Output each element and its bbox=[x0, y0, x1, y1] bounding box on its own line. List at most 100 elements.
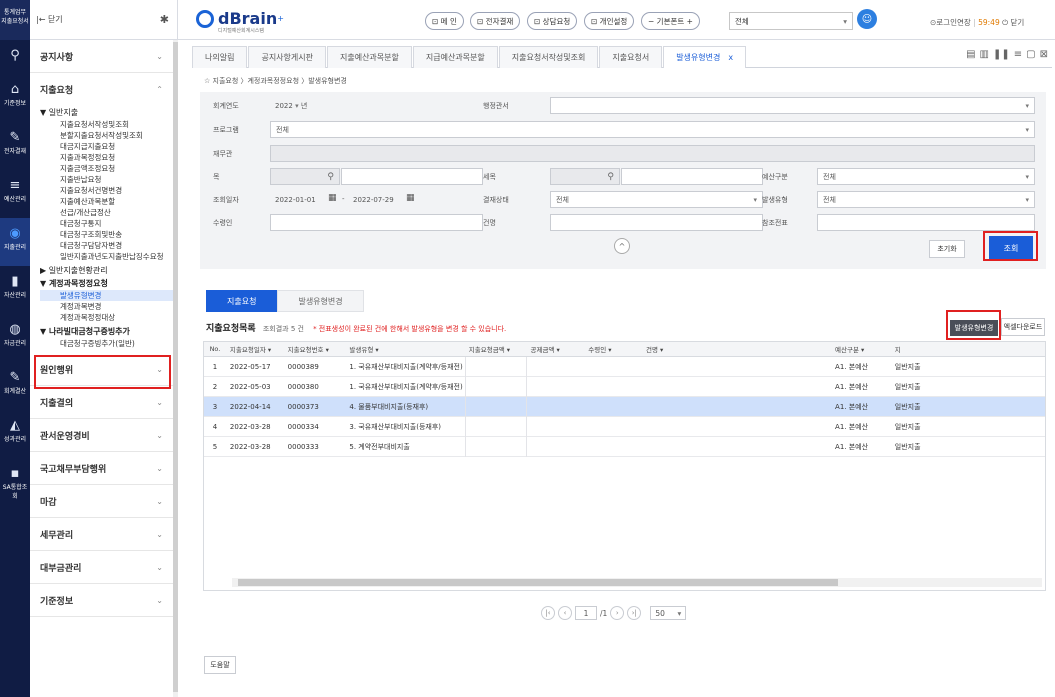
tab-6[interactable]: 발생유형변경 x bbox=[663, 46, 747, 68]
menu-item[interactable]: 일반지출과년도지출반납징수요청 bbox=[40, 251, 177, 262]
calendar-icon[interactable]: ▦ bbox=[406, 193, 415, 203]
year-select[interactable]: 2022 ▾ 년 bbox=[270, 97, 318, 114]
date-from-field[interactable]: 2022-01-01 bbox=[270, 191, 328, 208]
bottom-7[interactable]: 기준정보 ⌄ bbox=[30, 584, 177, 617]
rail-item-3[interactable]: ≡ 예산관리 bbox=[0, 170, 30, 218]
rail-item-1[interactable]: ⌂ 기준정보 bbox=[0, 74, 30, 122]
last-page-icon[interactable]: ›| bbox=[627, 606, 642, 620]
grid-hscrollbar[interactable] bbox=[232, 578, 1042, 587]
menu-item[interactable]: 대금지급지출요청 bbox=[40, 141, 177, 152]
pin-icon[interactable]: ✱ bbox=[160, 13, 169, 26]
top-select[interactable]: 전체 ▾ bbox=[729, 12, 853, 30]
menu-item[interactable]: 지출요청서작성및조회 bbox=[40, 119, 177, 130]
column-header[interactable]: No. bbox=[204, 345, 226, 353]
menu-item[interactable]: 대금청구통지 bbox=[40, 218, 177, 229]
rail-item-7[interactable]: ✎ 회계결산 bbox=[0, 362, 30, 410]
collapse-button[interactable]: ^ bbox=[614, 238, 630, 254]
first-page-icon[interactable]: |‹ bbox=[541, 606, 555, 620]
office-select[interactable]: ▾ bbox=[550, 97, 1035, 114]
subtab-occur-change[interactable]: 발생유형변경 bbox=[277, 290, 364, 312]
program-select[interactable]: 전체 ▾ bbox=[270, 121, 1035, 138]
item-name-field[interactable] bbox=[341, 168, 483, 185]
tab-2[interactable]: 지출예산과목분할 bbox=[326, 46, 412, 68]
rail-top-label[interactable]: 통계업무 지출요청서 bbox=[0, 0, 30, 40]
menu-item[interactable]: 지출예산과목분할 bbox=[40, 196, 177, 207]
reset-button[interactable]: 초기화 bbox=[929, 240, 965, 258]
column-header[interactable]: 공제금액 ▾ bbox=[527, 344, 585, 354]
budget-type-select[interactable]: 전체 ▾ bbox=[817, 168, 1035, 185]
menu-item[interactable]: 지출과목정정요청 bbox=[40, 152, 177, 163]
page-input[interactable]: 1 bbox=[575, 606, 597, 620]
payee-field[interactable] bbox=[270, 214, 483, 231]
close-icon[interactable]: x bbox=[728, 53, 733, 62]
page-size-select[interactable]: 50 ▾ bbox=[650, 606, 687, 620]
group-general-status[interactable]: ▶ 일반지출현황관리 bbox=[40, 264, 177, 277]
rail-item-2[interactable]: ✎ 전자결재 bbox=[0, 122, 30, 170]
menu-item[interactable]: 대금청구담당자변경 bbox=[40, 240, 177, 251]
next-page-icon[interactable]: › bbox=[610, 606, 625, 620]
bottom-5[interactable]: 세무관리 ⌄ bbox=[30, 518, 177, 551]
bottom-3[interactable]: 국고채무부담행위 ⌄ bbox=[30, 452, 177, 485]
tab-1[interactable]: 공지사항게시판 bbox=[248, 46, 326, 68]
search-icon[interactable]: ⚲ bbox=[607, 172, 614, 182]
top-button-1[interactable]: ⊡ 전자결재 bbox=[470, 12, 521, 30]
menu-item[interactable]: 발생유형변경 bbox=[40, 290, 177, 301]
top-0[interactable]: 공지사항 ⌄ bbox=[30, 40, 177, 73]
menu-scrollbar[interactable] bbox=[173, 40, 178, 697]
menu-item[interactable]: 대금청구증빙추가(일반) bbox=[40, 338, 177, 349]
menu-item[interactable]: 대금청구조회및반송 bbox=[40, 229, 177, 240]
menu-item[interactable]: 계정과목변경 bbox=[40, 301, 177, 312]
date-to-field[interactable]: 2022-07-29 bbox=[348, 191, 406, 208]
top-button-0[interactable]: ⊡ 메 인 bbox=[425, 12, 464, 30]
pause-icon[interactable]: ❚❚ bbox=[993, 49, 1010, 60]
bottom-1[interactable]: 지출결의 ⌄ bbox=[30, 386, 177, 419]
table-row[interactable]: 1 2022-05-17 0000389 1. 국유재산부대비지출(계약후/등재전) A… bbox=[204, 356, 1045, 377]
bottom-2[interactable]: 관서운영경비 ⌄ bbox=[30, 419, 177, 452]
close-all-icon[interactable]: ⊠ bbox=[1040, 49, 1048, 60]
group-general-expense[interactable]: ▼ 일반지출 bbox=[40, 106, 177, 119]
menu-close-button[interactable]: |← 닫기 bbox=[36, 14, 63, 25]
occur-type-select[interactable]: 전체 ▾ bbox=[817, 191, 1035, 208]
column-header[interactable]: 지출요청일자 ▾ bbox=[226, 344, 284, 354]
title-field[interactable] bbox=[550, 214, 763, 231]
table-row[interactable]: 2 2022-05-03 0000380 1. 국유재산부대비지출(계약후/등재전) A… bbox=[204, 376, 1045, 397]
tab-4[interactable]: 지출요청서작성및조회 bbox=[498, 46, 599, 68]
assistant-avatar-icon[interactable]: ☺ bbox=[857, 9, 877, 29]
rail-item-4[interactable]: ◉ 지출관리 bbox=[0, 218, 30, 266]
menu-item[interactable]: 지출요청서건명변경 bbox=[40, 185, 177, 196]
top-1[interactable]: 지출요청 ⌃ bbox=[30, 73, 177, 106]
detail-name-field[interactable] bbox=[621, 168, 763, 185]
prev-page-icon[interactable]: ‹ bbox=[558, 606, 572, 620]
top-button-3[interactable]: ⊡ 개인설정 bbox=[584, 12, 635, 30]
login-extend-button[interactable]: ⊙로그인연장 bbox=[930, 18, 971, 27]
help-button[interactable]: 도움말 bbox=[204, 656, 236, 674]
approval-select[interactable]: 전체 ▾ bbox=[550, 191, 763, 208]
menu-icon[interactable]: ≡ bbox=[1014, 49, 1022, 60]
logo[interactable]: dBrain + 디지털예산회계시스템 bbox=[196, 9, 284, 34]
grid-hscroll-thumb[interactable] bbox=[238, 579, 838, 586]
excel-download-button[interactable]: 엑셀다운로드 bbox=[1001, 318, 1045, 336]
menu-scroll-thumb[interactable] bbox=[173, 42, 178, 692]
column-header[interactable]: 건명 ▾ bbox=[642, 344, 831, 354]
column-header[interactable]: 지출요청번호 ▾ bbox=[284, 344, 346, 354]
rail-item-5[interactable]: ▮ 자산관리 bbox=[0, 266, 30, 314]
window-icon[interactable]: ▥ bbox=[980, 49, 989, 60]
menu-item[interactable]: 지출금액조정요청 bbox=[40, 163, 177, 174]
group-account-correction[interactable]: ▼ 계정과목정정요청 bbox=[40, 277, 177, 290]
tab-0[interactable]: 나의알림 bbox=[192, 46, 248, 68]
ref-field[interactable] bbox=[817, 214, 1035, 231]
tab-5[interactable]: 지출요청서 bbox=[599, 46, 663, 68]
close-button[interactable]: ⏻ 닫기 bbox=[1002, 18, 1024, 27]
subtab-request[interactable]: 지출요청 bbox=[206, 290, 278, 312]
top-button-4[interactable]: − 기본폰트 + bbox=[641, 12, 700, 30]
book-icon[interactable]: ▤ bbox=[966, 49, 975, 60]
group-invoice-evidence[interactable]: ▼ 나라빌대금청구증빙추가 bbox=[40, 325, 177, 338]
restore-icon[interactable]: ▢ bbox=[1026, 49, 1035, 60]
tab-3[interactable]: 지급예산과목분할 bbox=[412, 46, 498, 68]
top-button-2[interactable]: ⊡ 상담요청 bbox=[527, 12, 578, 30]
rail-item-9[interactable]: ▪ SA통합조회 bbox=[0, 458, 30, 506]
menu-item[interactable]: 지출반납요청 bbox=[40, 174, 177, 185]
bottom-4[interactable]: 마감 ⌄ bbox=[30, 485, 177, 518]
rail-item-6[interactable]: ◍ 자금관리 bbox=[0, 314, 30, 362]
menu-item[interactable]: 분할지출요청서작성및조회 bbox=[40, 130, 177, 141]
